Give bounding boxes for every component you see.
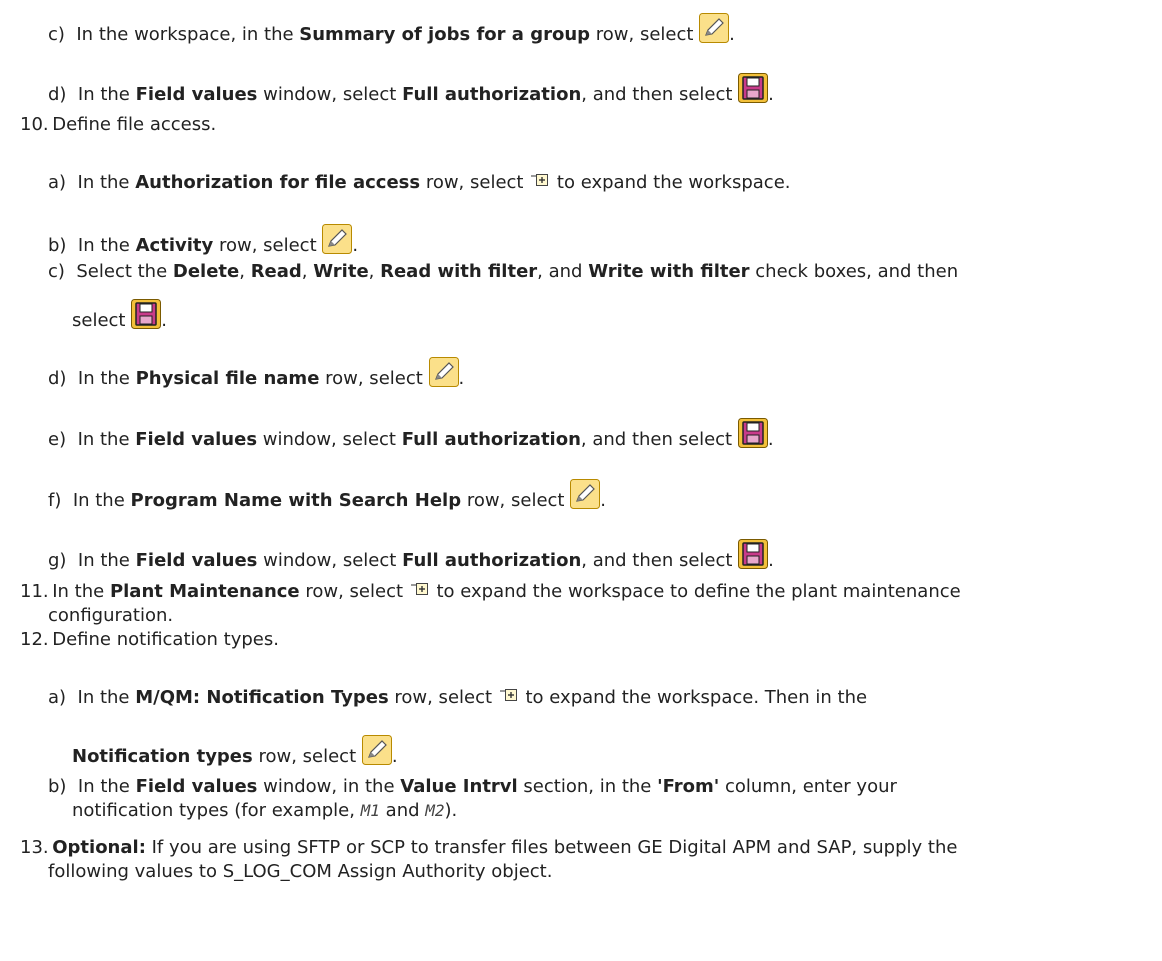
- step-9d: d) In the Field values window, select Fu…: [48, 70, 774, 107]
- step-label: g): [48, 550, 67, 571]
- step-13: 13. Optional: If you are using SFTP or S…: [20, 837, 958, 858]
- step-10b: b) In the Activity row, select .: [48, 221, 358, 258]
- ui-term: Program Name with Search Help: [130, 490, 462, 511]
- expand-icon: [531, 173, 549, 189]
- ui-term: Field values: [135, 550, 258, 571]
- step-12b-cont: notification types (for example, M1 and …: [72, 800, 458, 821]
- optional-label: Optional:: [52, 837, 146, 858]
- pencil-edit-icon: [322, 224, 352, 254]
- ui-term: Plant Maintenance: [109, 581, 300, 602]
- step-13-cont: following values to S_LOG_COM Assign Aut…: [48, 861, 553, 882]
- save-icon: [131, 299, 161, 329]
- step-label: b): [48, 235, 67, 256]
- step-label: b): [48, 776, 67, 797]
- step-10e: e) In the Field values window, select Fu…: [48, 415, 774, 452]
- step-12: 12. Define notification types.: [20, 629, 279, 650]
- ui-term: Notification types: [72, 746, 253, 767]
- step-label: d): [48, 84, 67, 105]
- step-12a-cont: Notification types row, select .: [72, 732, 398, 769]
- save-icon: [738, 418, 768, 448]
- ui-term: Physical file name: [135, 368, 320, 389]
- pencil-edit-icon: [362, 735, 392, 765]
- step-12a: a) In the M/QM: Notification Types row, …: [48, 687, 868, 708]
- step-number: 11.: [20, 581, 53, 602]
- ui-term: Value Intrvl: [400, 776, 518, 797]
- step-11: 11. In the Plant Maintenance row, select…: [20, 581, 961, 602]
- step-11-cont: configuration.: [48, 605, 174, 626]
- step-10d: d) In the Physical file name row, select…: [48, 354, 464, 391]
- expand-icon: [411, 582, 429, 598]
- step-number: 12.: [20, 629, 53, 650]
- step-10g: g) In the Field values window, select Fu…: [48, 536, 774, 573]
- ui-term: 'From': [657, 776, 720, 797]
- ui-term: Authorization for file access: [135, 172, 421, 193]
- pencil-edit-icon: [429, 357, 459, 387]
- step-10a: a) In the Authorization for file access …: [48, 172, 791, 193]
- step-10: 10. Define file access.: [20, 114, 217, 135]
- step-label: c): [48, 261, 65, 282]
- step-label: a): [48, 687, 67, 708]
- code-value: M1: [360, 801, 380, 820]
- ui-term: Summary of jobs for a group: [299, 24, 591, 45]
- step-label: f): [48, 490, 62, 511]
- step-10c-cont: select .: [72, 296, 167, 333]
- step-label: a): [48, 172, 67, 193]
- step-12b: b) In the Field values window, in the Va…: [48, 776, 897, 797]
- step-10c: c) Select the Delete, Read, Write, Read …: [48, 261, 959, 282]
- step-9c: c) In the workspace, in the Summary of j…: [48, 10, 735, 47]
- ui-term: Activity: [135, 235, 214, 256]
- code-value: M2: [425, 801, 445, 820]
- ui-term: Field values: [135, 776, 258, 797]
- step-label: e): [48, 429, 67, 450]
- ui-term: Full authorization: [402, 550, 582, 571]
- ui-term: Field values: [135, 429, 258, 450]
- step-label: d): [48, 368, 67, 389]
- save-icon: [738, 539, 768, 569]
- step-10f: f) In the Program Name with Search Help …: [48, 476, 606, 513]
- step-number: 13.: [20, 837, 53, 858]
- ui-term: Field values: [135, 84, 258, 105]
- step-label: c): [48, 24, 65, 45]
- expand-icon: [500, 688, 518, 704]
- ui-term: Full authorization: [402, 84, 582, 105]
- ui-term: M/QM: Notification Types: [135, 687, 389, 708]
- pencil-edit-icon: [699, 13, 729, 43]
- save-icon: [738, 73, 768, 103]
- pencil-edit-icon: [570, 479, 600, 509]
- ui-term: Full authorization: [401, 429, 581, 450]
- step-number: 10.: [20, 114, 53, 135]
